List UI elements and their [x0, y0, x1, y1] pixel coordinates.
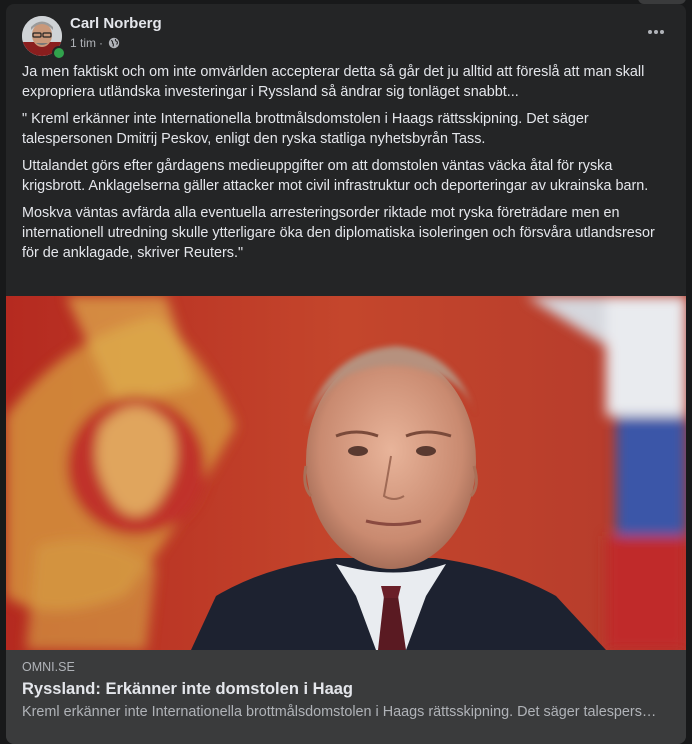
- post-paragraph: Ja men faktiskt och om inte omvärlden ac…: [22, 64, 645, 100]
- link-description: Kreml erkänner inte Internationella brot…: [22, 704, 662, 720]
- more-horizontal-icon: [648, 30, 664, 34]
- meta-separator: ·: [99, 36, 104, 50]
- post-paragraph: " Kreml erkänner inte Internationella br…: [22, 111, 589, 147]
- post-text: Ja men faktiskt och om inte omvärlden ac…: [22, 62, 672, 270]
- globe-icon: [108, 37, 120, 49]
- online-status-dot: [52, 46, 66, 60]
- link-preview-image[interactable]: [6, 296, 686, 650]
- post-paragraph: Moskva väntas avfärda alla eventuella ar…: [22, 205, 655, 261]
- link-preview-footer[interactable]: OMNI.SE Ryssland: Erkänner inte domstole…: [6, 650, 686, 744]
- post-paragraph: Uttalandet görs efter gårdagens medieupp…: [22, 158, 649, 194]
- news-photo: [6, 296, 686, 650]
- post-card: Carl Norberg 1 tim · Ja men faktiskt och…: [6, 4, 686, 744]
- link-title[interactable]: Ryssland: Erkänner inte domstolen i Haag: [22, 680, 353, 699]
- post-time[interactable]: 1 tim: [70, 36, 96, 50]
- author-name[interactable]: Carl Norberg: [70, 15, 162, 32]
- post-meta: 1 tim ·: [70, 36, 120, 50]
- more-options-button[interactable]: [640, 20, 672, 44]
- post-header: Carl Norberg 1 tim ·: [6, 4, 686, 60]
- link-domain: OMNI.SE: [22, 660, 75, 674]
